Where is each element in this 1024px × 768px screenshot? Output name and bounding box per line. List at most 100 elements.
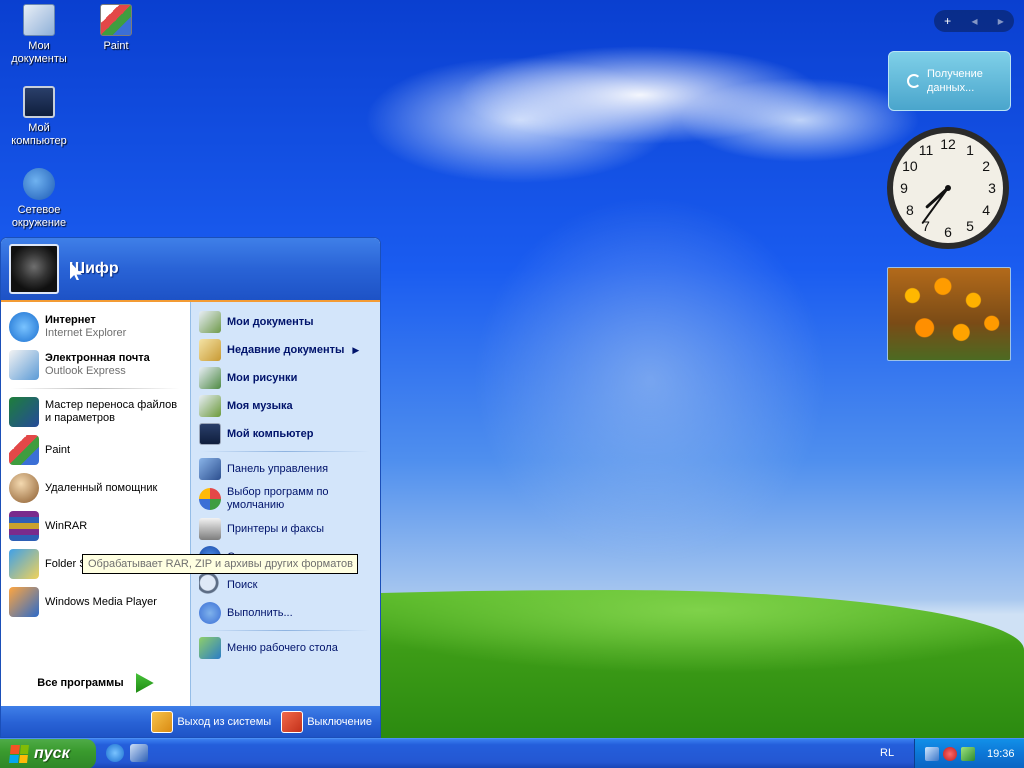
divider <box>11 388 180 389</box>
start-menu-right-pane: Мои документы Недавние документы ▶ Мои р… <box>191 302 380 706</box>
start-menu-header: Шифр <box>1 238 380 302</box>
submenu-arrow-icon: ▶ <box>352 344 360 355</box>
recent-item[interactable]: Paint <box>1 431 190 469</box>
next-page-button[interactable]: ▸ <box>998 14 1004 28</box>
ie-icon[interactable] <box>106 744 124 762</box>
my-pictures-icon <box>199 367 221 389</box>
my-computer-icon <box>199 423 221 445</box>
network-icon <box>23 168 55 200</box>
loading-icon <box>907 74 921 88</box>
places-label: Мой компьютер <box>227 427 314 440</box>
run-item[interactable]: Выполнить... <box>191 599 380 627</box>
all-programs-label: Все программы <box>37 677 124 689</box>
folder-settings-icon <box>9 549 39 579</box>
shutdown-button[interactable]: Выключение <box>281 711 372 733</box>
clock-numeral: 12 <box>940 136 956 152</box>
system-label: Меню рабочего стола <box>227 641 338 654</box>
clock-numeral: 8 <box>906 202 914 218</box>
start-menu-footer: Выход из системы Выключение <box>1 706 380 737</box>
news-gadget[interactable]: Получение данных... <box>888 51 1011 111</box>
avatar[interactable] <box>9 244 59 294</box>
media-player-icon <box>9 587 39 617</box>
network-tray-icon[interactable] <box>925 747 939 761</box>
desktop-icon-my-computer[interactable]: Мой компьютер <box>2 86 76 148</box>
start-menu-left-pane: Интернет Internet Explorer Электронная по… <box>1 302 191 706</box>
places-label: Мои документы <box>227 315 314 328</box>
recent-item-label: WinRAR <box>45 519 88 532</box>
sidebar-toolbar: + ◂ ▸ <box>934 10 1014 32</box>
desktop-menu-item[interactable]: Меню рабочего стола <box>191 634 380 662</box>
places-my-pictures[interactable]: Мои рисунки <box>191 364 380 392</box>
recent-item-label: Windows Media Player <box>45 595 157 608</box>
run-icon <box>199 602 221 624</box>
arrow-right-icon <box>135 673 154 693</box>
paint-icon <box>100 4 132 36</box>
printer-icon <box>199 518 221 540</box>
system-label: Выбор программ по умолчанию <box>227 486 329 511</box>
control-panel-item[interactable]: Панель управления <box>191 455 380 483</box>
recent-item-label: Удаленный помощник <box>45 481 158 494</box>
clock-numeral: 11 <box>919 142 934 158</box>
default-programs-item[interactable]: Выбор программ по умолчанию <box>191 483 380 515</box>
news-status-text: Получение данных... <box>927 68 983 94</box>
divider <box>201 630 370 631</box>
shutdown-label: Выключение <box>307 716 372 728</box>
language-indicator[interactable]: RL <box>880 747 894 759</box>
add-gadget-button[interactable]: + <box>944 14 951 28</box>
places-my-computer[interactable]: Мой компьютер <box>191 420 380 448</box>
tooltip: Обрабатывает RAR, ZIP и архивы других фо… <box>82 554 358 574</box>
recent-item[interactable]: Windows Media Player <box>1 583 190 621</box>
places-my-music[interactable]: Моя музыка <box>191 392 380 420</box>
search-item[interactable]: Поиск <box>191 571 380 599</box>
show-desktop-icon[interactable] <box>130 744 148 762</box>
taskbar-clock[interactable]: 19:36 <box>987 748 1015 760</box>
security-alert-icon[interactable] <box>943 747 957 761</box>
start-button[interactable]: пуск <box>0 739 96 768</box>
taskbar: пуск RL 19:36 <box>0 738 1024 768</box>
windows-logo-icon <box>9 745 29 763</box>
quick-launch <box>106 744 148 762</box>
pinned-title: Интернет <box>45 314 96 326</box>
desktop-icon-label: Paint <box>103 40 129 52</box>
system-label: Панель управления <box>227 462 329 475</box>
printers-item[interactable]: Принтеры и факсы <box>191 515 380 543</box>
desktop-menu-icon <box>199 637 221 659</box>
my-documents-icon <box>199 311 221 333</box>
logoff-button[interactable]: Выход из системы <box>151 711 271 733</box>
places-recent-documents[interactable]: Недавние документы ▶ <box>191 336 380 364</box>
pinned-email[interactable]: Электронная почта Outlook Express <box>1 346 190 384</box>
my-computer-icon <box>23 86 55 118</box>
prev-page-button[interactable]: ◂ <box>971 14 977 28</box>
places-my-documents[interactable]: Мои документы <box>191 308 380 336</box>
pinned-internet[interactable]: Интернет Internet Explorer <box>1 308 190 346</box>
update-icon[interactable] <box>961 747 975 761</box>
recent-item[interactable]: Мастер переноса файлов и параметров <box>1 393 190 431</box>
system-label: Поиск <box>227 578 258 591</box>
clock-numeral: 3 <box>988 180 996 196</box>
desktop-icon-paint[interactable]: Paint <box>79 4 153 53</box>
desktop-icon-my-documents[interactable]: Мои документы <box>2 4 76 66</box>
clock-numeral: 4 <box>982 202 990 218</box>
slideshow-gadget[interactable] <box>887 267 1011 361</box>
divider <box>201 451 370 452</box>
my-documents-icon <box>23 4 55 36</box>
clock-numeral: 2 <box>982 158 990 174</box>
system-label: Выполнить... <box>227 606 293 619</box>
all-programs-button[interactable]: Все программы <box>1 660 190 706</box>
recent-item-label: Мастер переноса файлов и параметров <box>45 399 178 424</box>
system-label: Принтеры и факсы <box>227 522 325 535</box>
clock-numeral: 9 <box>900 180 908 196</box>
logoff-label: Выход из системы <box>177 716 272 728</box>
clock-numeral: 5 <box>966 218 974 234</box>
clock-numeral: 1 <box>966 142 974 158</box>
system-tray: 19:36 <box>914 739 1024 768</box>
recent-item[interactable]: WinRAR <box>1 507 190 545</box>
clock-gadget[interactable]: 1234567891011 12 <box>885 125 1011 251</box>
desktop-icon-label: Мои документы <box>11 40 67 65</box>
start-label: пуск <box>34 745 70 762</box>
places-label: Мои рисунки <box>227 371 298 384</box>
outlook-icon <box>9 350 39 380</box>
recent-item[interactable]: Удаленный помощник <box>1 469 190 507</box>
recent-item-label: Paint <box>45 443 71 456</box>
desktop-icon-network[interactable]: Сетевое окружение <box>2 168 76 230</box>
